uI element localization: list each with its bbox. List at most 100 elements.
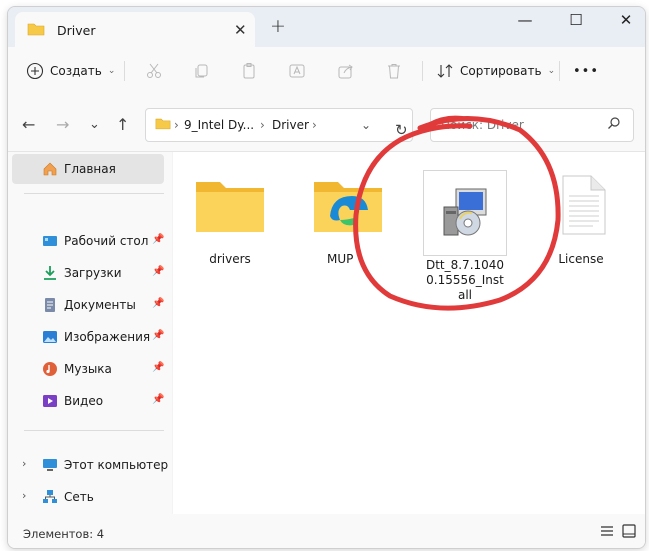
pin-icon[interactable]: 📌 [152,298,164,309]
file-list: drivers MUP Dtt_8.7.10400.15556_Install … [173,152,645,514]
tab-driver[interactable]: Driver ✕ [15,12,255,47]
close-window-button[interactable]: ✕ [611,11,641,29]
sidebar-item-label: Музыка [64,362,112,376]
sort-button[interactable]: Сортировать ⌄ [436,59,555,83]
selection-frame [423,170,507,256]
chevron-down-icon[interactable]: ⌄ [361,118,371,132]
breadcrumb-item[interactable]: 9_Intel Dy... [184,118,254,132]
video-icon [42,393,58,409]
paste-button[interactable] [240,59,258,83]
explorer-window: Driver ✕ + — ☐ ✕ Создать ⌄ Сортировать ⌄… [7,6,646,549]
documents-icon [42,297,58,313]
breadcrumb-item[interactable]: Driver [272,118,309,132]
file-item-installer[interactable]: Dtt_8.7.10400.15556_Install [423,170,507,303]
pin-icon[interactable]: 📌 [152,330,164,341]
search-icon [607,116,621,133]
folder-icon [155,117,171,133]
divider [559,61,560,81]
sidebar-item-downloads[interactable]: Загрузки 📌 [12,258,164,288]
divider [422,61,423,81]
sidebar-item-music[interactable]: Музыка 📌 [12,354,164,384]
folder-edge-icon [314,182,382,232]
installer-icon [443,188,487,236]
pin-icon[interactable]: 📌 [152,266,164,277]
text-file-icon [562,175,606,235]
sidebar-item-home[interactable]: Главная [12,154,164,184]
sidebar-item-label: Изображения [64,330,151,344]
tab-title: Driver [57,23,96,38]
home-icon [42,161,58,177]
new-tab-button[interactable]: + [270,15,286,37]
close-tab-icon[interactable]: ✕ [234,21,247,39]
copy-button[interactable] [192,59,210,83]
scissors-icon [147,63,161,78]
sort-icon [437,64,453,78]
sidebar-item-label: Главная [64,162,116,176]
details-view-icon[interactable] [600,525,614,540]
sidebar-item-label: Сеть [64,490,94,504]
download-icon [42,265,58,281]
cut-button[interactable] [145,59,163,83]
pin-icon[interactable]: 📌 [152,394,164,405]
file-item-license[interactable]: License [536,174,626,267]
address-bar[interactable]: › 9_Intel Dy... › Driver › ⌄ [145,108,413,142]
navigation-bar: ← → ⌄ ↑ › 9_Intel Dy... › Driver › ⌄ ↻ П… [8,95,645,152]
create-label: Создать [50,64,102,78]
trash-icon [388,64,400,79]
refresh-icon[interactable]: ↻ [395,121,408,139]
share-button[interactable] [337,59,355,83]
file-name: Dtt_8.7.10400.15556_Install [425,258,505,302]
sidebar-item-pictures[interactable]: Изображения 📌 [12,322,164,352]
desktop-icon [42,233,58,249]
sidebar-item-label: Документы [64,298,136,312]
sidebar-item-videos[interactable]: Видео 📌 [12,386,164,416]
tiles-view-icon[interactable] [622,524,636,541]
search-placeholder: Поиск: Driver [441,118,524,132]
sidebar-item-label: Загрузки [64,266,122,280]
rename-button[interactable] [288,59,306,83]
more-options-button[interactable]: ••• [573,59,599,83]
file-name: drivers [209,252,251,266]
sidebar-item-label: Видео [64,394,104,408]
back-arrow-icon[interactable]: ← [22,115,35,134]
item-count: Элементов: 4 [23,527,105,541]
minimize-button[interactable]: — [510,11,540,29]
file-item-mup[interactable]: MUP [303,174,393,267]
divider [124,61,125,81]
sidebar-item-this-pc[interactable]: › Этот компьютер [12,450,168,480]
chevron-right-icon: › [312,118,317,132]
create-button[interactable]: Создать ⌄ [26,59,115,83]
pin-icon[interactable]: 📌 [152,234,164,245]
clipboard-icon [243,63,255,79]
divider [24,430,164,431]
up-arrow-icon[interactable]: ↑ [116,115,129,134]
file-item-drivers[interactable]: drivers [185,174,275,267]
network-icon [42,489,58,505]
pictures-icon [42,329,58,345]
sidebar-item-label: Рабочий стол [64,234,149,248]
sidebar-item-network[interactable]: › Сеть [12,482,164,512]
plus-circle-icon [26,62,44,80]
rename-icon [289,64,305,78]
forward-arrow-icon[interactable]: → [56,115,69,134]
delete-button[interactable] [385,59,403,83]
chevron-right-icon[interactable]: › [22,489,26,502]
chevron-right-icon[interactable]: › [22,457,26,470]
pin-icon[interactable]: 📌 [152,362,164,373]
status-bar: Элементов: 4 [8,514,645,548]
sidebar-item-documents[interactable]: Документы 📌 [12,290,164,320]
folder-icon [196,182,264,232]
tab-bar: Driver ✕ + — ☐ ✕ [8,7,645,47]
file-name: MUP [327,252,354,266]
sidebar-item-label: Этот компьютер [64,458,169,472]
search-input[interactable]: Поиск: Driver [430,108,634,142]
share-icon [338,64,353,79]
music-icon [42,361,58,377]
chevron-right-icon: › [260,118,265,132]
sidebar-item-desktop[interactable]: Рабочий стол 📌 [12,226,164,256]
command-bar: Создать ⌄ Сортировать ⌄ ••• [8,47,645,96]
navigation-pane: Главная Рабочий стол 📌 Загрузки 📌 Докуме… [8,152,172,514]
maximize-button[interactable]: ☐ [561,11,591,29]
recent-locations-icon[interactable]: ⌄ [89,117,100,132]
chevron-right-icon: › [174,118,179,132]
